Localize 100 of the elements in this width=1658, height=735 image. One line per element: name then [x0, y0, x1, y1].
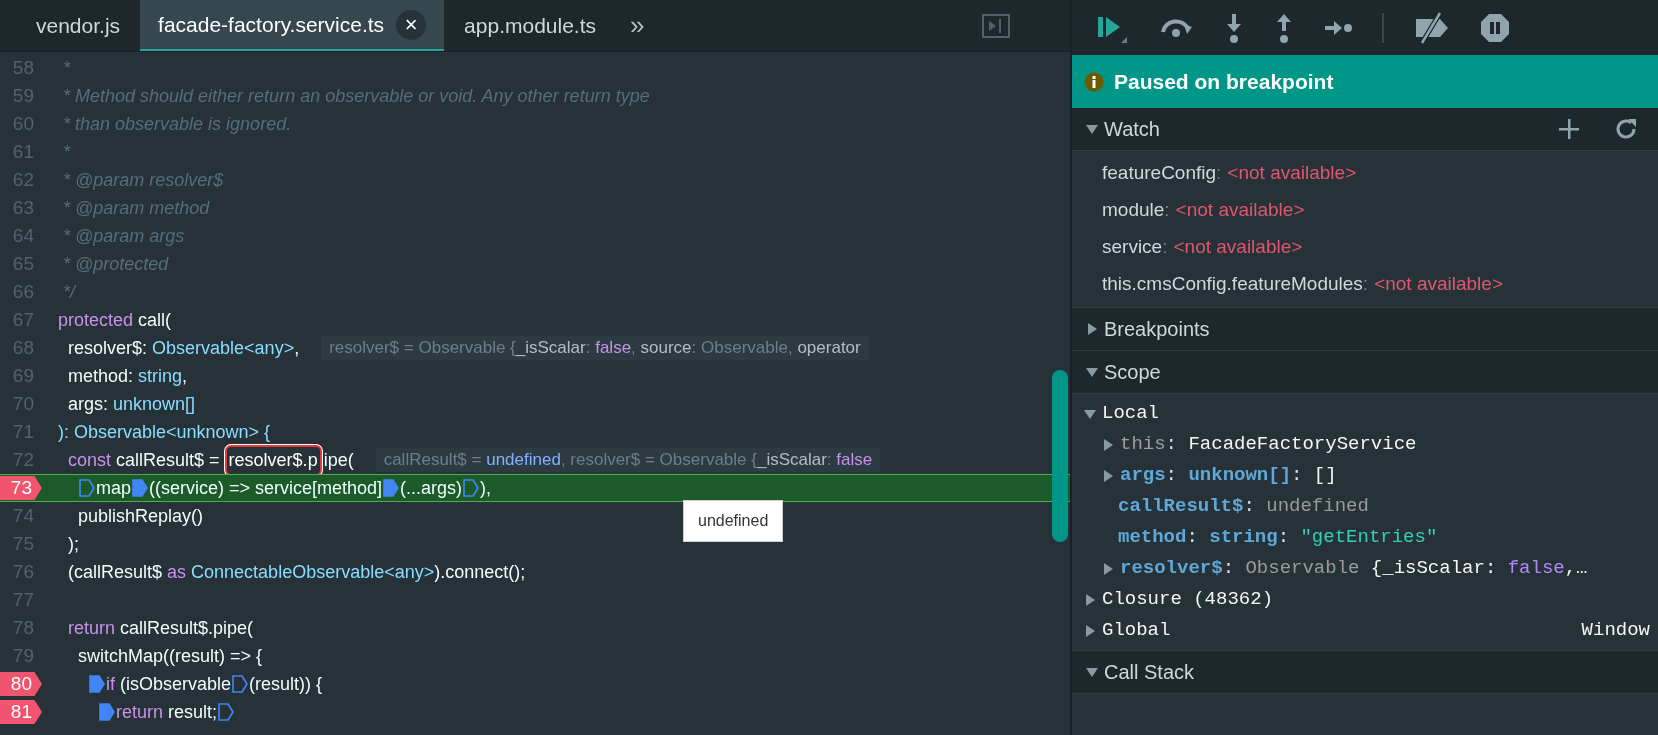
scope-variable[interactable]: resolver$: Observable {_isScalar: false,…	[1072, 553, 1658, 584]
expanded-triangle-icon[interactable]	[1084, 407, 1096, 420]
hover-tooltip: undefined	[683, 500, 784, 542]
more-tabs-button[interactable]: »	[616, 0, 659, 51]
line-number[interactable]: 60	[0, 109, 42, 139]
pause-icon[interactable]	[1480, 12, 1510, 43]
watch-expression[interactable]: featureConfig: <not available>	[1072, 155, 1658, 192]
scope-group[interactable]: Local	[1072, 398, 1658, 429]
inline-breakpoint-marker-icon[interactable]	[79, 479, 95, 497]
code-text: return	[68, 616, 116, 640]
section-title: Scope	[1104, 360, 1161, 385]
code-text: callResult$.pipe(	[119, 616, 254, 640]
code-text: string	[138, 364, 183, 388]
collapsed-triangle-icon[interactable]	[1084, 624, 1096, 637]
scope-variable[interactable]: this: FacadeFactoryService	[1072, 429, 1658, 460]
code-text: ),	[480, 476, 492, 500]
code-text: call(	[137, 308, 172, 332]
code-text: args:	[68, 392, 110, 416]
line-number[interactable]: 64	[0, 221, 42, 251]
code-text: protected	[58, 308, 134, 332]
scope-variable[interactable]: method: string: "getEntries"	[1072, 522, 1658, 553]
code-text: ): Observable<unknown> {	[58, 420, 271, 444]
inline-breakpoint-marker-icon[interactable]	[463, 479, 480, 497]
scope-group[interactable]: Closure (48362)	[1072, 584, 1658, 615]
line-number[interactable]: 71	[0, 417, 42, 447]
inline-breakpoint-marker-icon[interactable]	[89, 675, 105, 693]
code-comment: * @param resolver$	[62, 168, 224, 192]
code-comment: * than observable is ignored.	[62, 112, 292, 136]
code-text: resolver$.p	[224, 444, 322, 476]
section-header[interactable]: Scope	[1072, 351, 1658, 394]
expanded-triangle-icon[interactable]	[1086, 666, 1098, 678]
watch-expression[interactable]: this.cmsConfig.featureModules: <not available>	[1072, 266, 1658, 303]
step-into-icon[interactable]	[1224, 11, 1244, 44]
code-text: ConnectableObservable<any>	[190, 560, 435, 584]
code-text: (result)) {	[249, 672, 323, 696]
breakpoint-line-number[interactable]: 73	[0, 476, 42, 500]
line-number[interactable]: 62	[0, 165, 42, 195]
code-comment: * Method should either return an observable or void. Any other return type	[62, 84, 650, 108]
close-tab-button[interactable]: ×	[396, 9, 427, 40]
code-text: (...args)	[400, 476, 463, 500]
section-header[interactable]: Breakpoints	[1072, 308, 1658, 351]
file-tab[interactable]: vendor.js	[16, 0, 141, 51]
code-text: as	[167, 560, 187, 584]
refresh-icon[interactable]	[1614, 117, 1638, 141]
add-icon[interactable]	[1558, 118, 1580, 140]
inline-breakpoint-marker-icon[interactable]	[132, 479, 148, 497]
file-tab[interactable]: facade-factory.service.ts ×	[140, 0, 445, 51]
line-number[interactable]: 79	[0, 641, 42, 671]
inline-breakpoint-marker-icon[interactable]	[232, 675, 249, 693]
line-number[interactable]: 76	[0, 557, 42, 587]
line-number[interactable]: 67	[0, 305, 42, 335]
collapsed-triangle-icon[interactable]	[1084, 593, 1096, 606]
line-number[interactable]: 72	[0, 445, 42, 475]
scrollbar-thumb[interactable]	[1052, 370, 1068, 542]
code-text: (isObservable	[119, 672, 232, 696]
code-text: (callResult$	[68, 560, 164, 584]
inline-value-hint: resolver$ = Observable {_isScalar: false, source: Observable, operator	[321, 336, 869, 360]
toggle-panel-icon[interactable]	[982, 13, 1010, 38]
inline-breakpoint-marker-icon[interactable]	[218, 703, 235, 721]
collapsed-triangle-icon[interactable]	[1102, 562, 1114, 575]
file-tab[interactable]: app.module.ts	[444, 0, 616, 51]
code-comment: * @param method	[62, 196, 210, 220]
code-text: );	[68, 532, 79, 556]
section-title: Call Stack	[1104, 660, 1195, 685]
line-number[interactable]: 61	[0, 137, 42, 167]
line-number[interactable]: 59	[0, 81, 42, 111]
line-number[interactable]: 78	[0, 613, 42, 643]
scope-variable[interactable]: args: unknown[]: []	[1072, 460, 1658, 491]
expanded-triangle-icon[interactable]	[1086, 123, 1098, 135]
code-comment: */	[62, 280, 75, 304]
collapsed-triangle-icon[interactable]	[1102, 438, 1114, 451]
collapsed-triangle-icon[interactable]	[1086, 323, 1098, 335]
line-number[interactable]: 77	[0, 585, 42, 615]
expanded-triangle-icon[interactable]	[1086, 366, 1098, 378]
breakpoint-line-number[interactable]: 81	[0, 700, 42, 724]
inline-breakpoint-marker-icon[interactable]	[99, 703, 115, 721]
section-title: Watch	[1104, 117, 1160, 142]
inline-breakpoint-marker-icon[interactable]	[383, 479, 400, 497]
watch-expression[interactable]: module: <not available>	[1072, 192, 1658, 229]
line-number[interactable]: 75	[0, 529, 42, 559]
deactivate-breakpoints-icon[interactable]	[1414, 10, 1450, 45]
code-text: return	[116, 700, 164, 724]
collapsed-triangle-icon[interactable]	[1102, 469, 1114, 482]
scope-variable[interactable]: callResult$: undefined	[1072, 491, 1658, 522]
line-number[interactable]: 63	[0, 193, 42, 223]
line-number[interactable]: 66	[0, 277, 42, 307]
code-text: map	[96, 476, 131, 500]
line-number[interactable]: 58	[0, 53, 42, 83]
line-number[interactable]: 69	[0, 361, 42, 391]
watch-expression[interactable]: service: <not available>	[1072, 229, 1658, 266]
section-header[interactable]: Call Stack	[1072, 651, 1658, 694]
line-number[interactable]: 65	[0, 249, 42, 279]
line-number[interactable]: 68	[0, 333, 42, 363]
breakpoint-line-number[interactable]: 80	[0, 672, 42, 696]
line-number[interactable]: 74	[0, 501, 42, 531]
section-header[interactable]: Watch	[1072, 108, 1658, 151]
code-text: unknown[]	[113, 392, 196, 416]
scope-group[interactable]: Global Window	[1072, 615, 1658, 646]
line-number[interactable]: 70	[0, 389, 42, 419]
code-text: result;	[167, 700, 218, 724]
